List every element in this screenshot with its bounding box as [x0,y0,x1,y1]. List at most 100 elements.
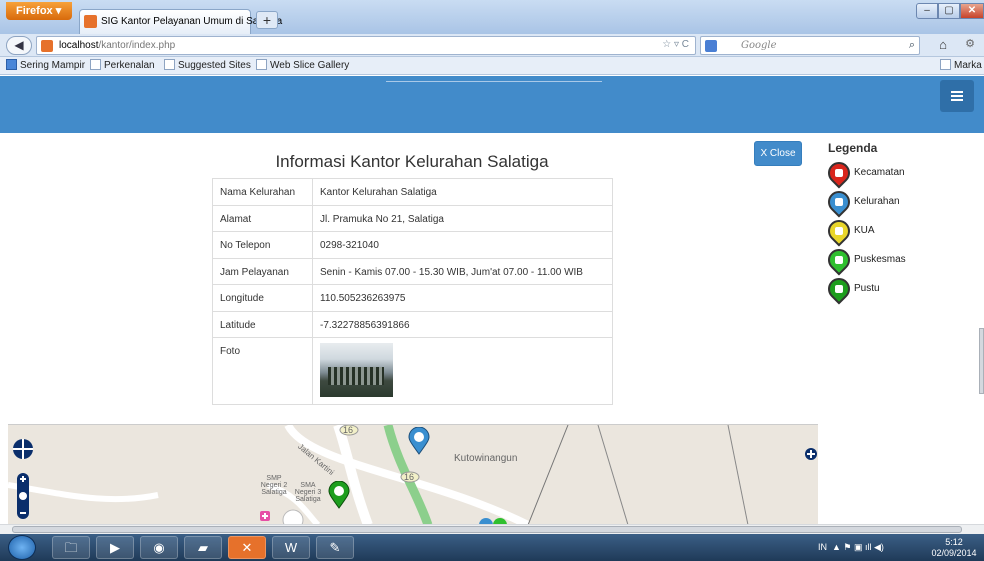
search-bar[interactable]: Google ⌕ [700,36,920,55]
bookmark-icon [6,59,17,70]
table-value: Kantor Kelurahan Salatiga [312,178,613,206]
system-tray[interactable]: IN ▲ ⚑ ▣ ıll ◀) [818,542,884,553]
route-label: 16 [404,472,415,482]
browser-titlebar: Firefox ▾ SIG Kantor Pelayanan Umum di S… [0,0,984,34]
explorer-taskbar-icon[interactable]: 🗀 [52,536,90,559]
map-plus-icon[interactable] [804,447,818,461]
table-value: Senin - Kamis 07.00 - 15.30 WIB, Jum'at … [312,257,613,285]
table-key: Latitude [212,310,313,338]
scrollbar-thumb[interactable] [12,526,962,533]
horizontal-scrollbar[interactable] [0,524,984,534]
media-player-taskbar-icon[interactable]: ▶ [96,536,134,559]
table-value: 0298-321040 [312,231,613,259]
table-value [312,337,613,405]
header-divider [386,81,602,82]
close-window-button[interactable]: ✕ [960,3,984,19]
legend-label: KUA [854,225,875,236]
clock-date: 02/09/2014 [931,548,977,558]
language-indicator[interactable]: IN [818,542,827,552]
bookmark-label: Sering Mampir [20,60,86,71]
table-row: Nama Kelurahan Kantor Kelurahan Salatiga [212,178,613,206]
legend-item: Kelurahan [823,186,978,220]
url-host: localhost [59,40,99,51]
search-placeholder: Google [741,40,777,51]
clock[interactable]: 5:12 02/09/2014 [930,537,978,559]
vertical-scrollbar-thumb[interactable] [979,328,984,394]
notepad-taskbar-icon[interactable]: ✎ [316,536,354,559]
legend-item: KUA [823,215,978,249]
bookmarks-toolbar: Sering Mampir Perkenalan Suggested Sites… [0,57,984,75]
school-label: SMA Negeri 3 Salatiga [294,482,322,503]
maximize-button[interactable]: ▢ [938,3,960,19]
legend-label: Puskesmas [854,254,906,265]
legend-title: Legenda [828,141,878,155]
back-button[interactable]: ◀ [6,36,32,55]
firefox-taskbar-icon[interactable]: ◉ [140,536,178,559]
bookmarks-menu[interactable]: Marka [940,59,982,71]
info-table: Nama Kelurahan Kantor Kelurahan Salatiga … [212,178,613,405]
legend-label: Pustu [854,283,880,294]
word-taskbar-icon[interactable]: W [272,536,310,559]
legend-item: Puskesmas [823,244,978,278]
school-label: SMP Negeri 2 Salatiga [260,475,288,496]
pustu-marker-icon[interactable] [328,481,350,509]
table-key: Jam Pelayanan [212,257,313,285]
firefox-menu-button[interactable]: Firefox ▾ [6,2,72,20]
search-icon[interactable]: ⌕ [909,39,915,52]
map-view[interactable]: 16 16 Kutowinangun Jalan Kartini SMP Neg… [8,424,818,524]
bookmark-item[interactable]: Perkenalan [90,59,155,71]
map-zoom-control[interactable] [12,431,34,521]
place-label: Kutowinangun [454,453,518,464]
reload-icon[interactable]: ☆ ▿ C [662,39,689,50]
url-text: localhost/kantor/index.php [59,40,175,51]
search-engine-icon[interactable] [705,40,717,52]
address-bar[interactable]: localhost/kantor/index.php ☆ ▿ C [36,36,696,55]
browser-tab[interactable]: SIG Kantor Pelayanan Umum di Salatiga [79,9,282,34]
office-photo[interactable] [320,343,393,397]
table-key: Alamat [212,204,313,232]
hamburger-menu-button[interactable] [940,80,974,112]
map-marker-icon[interactable] [478,517,508,524]
legend-item: Kecamatan [823,157,978,191]
table-row: Foto [212,337,613,405]
table-row: Jam Pelayanan Senin - Kamis 07.00 - 15.30… [212,257,613,285]
kelurahan-marker-icon[interactable] [408,427,430,455]
bookmark-icon [164,59,175,70]
addons-icon[interactable]: ⚙ [960,37,980,54]
table-row: Longitude 110.505236263975 [212,284,613,312]
table-key: Nama Kelurahan [212,178,313,206]
table-row: Latitude -7.32278856391866 [212,310,613,338]
table-key: No Telepon [212,231,313,259]
minimize-button[interactable]: – [916,3,938,19]
legend-label: Kecamatan [854,167,905,178]
firefox-menu-label: Firefox [16,5,53,17]
bookmark-item[interactable]: Suggested Sites [164,59,251,71]
government-icon [823,157,855,189]
close-button[interactable]: X Close [754,141,802,166]
mosque-icon [823,215,855,247]
table-value: 110.505236263975 [312,284,613,312]
legend-item: Pustu [823,273,978,307]
bookmark-item[interactable]: Sering Mampir [6,59,85,71]
navigation-toolbar: ◀ localhost/kantor/index.php ☆ ▿ C Googl… [0,34,984,57]
folder-taskbar-icon[interactable]: ▰ [184,536,222,559]
table-value: -7.32278856391866 [312,310,613,338]
start-button[interactable] [8,535,36,560]
building-icon [823,186,855,218]
table-row: No Telepon 0298-321040 [212,231,613,259]
info-title: Informasi Kantor Kelurahan Salatiga [275,152,549,171]
table-value: Jl. Pramuka No 21, Salatiga [312,204,613,232]
table-key: Foto [212,337,313,405]
legend-label: Kelurahan [854,196,900,207]
plus-icon [823,273,855,305]
bookmark-item[interactable]: Web Slice Gallery [256,59,349,71]
home-icon[interactable]: ⌂ [934,37,952,54]
bookmark-label: Perkenalan [104,60,155,71]
bookmark-label: Web Slice Gallery [270,60,350,71]
xampp-taskbar-icon[interactable]: ✕ [228,536,266,559]
bookmark-label: Suggested Sites [178,60,251,71]
new-tab-button[interactable]: + [256,11,278,29]
health-center-icon [823,244,855,276]
route-label: 16 [343,425,354,435]
table-row: Alamat Jl. Pramuka No 21, Salatiga [212,204,613,232]
